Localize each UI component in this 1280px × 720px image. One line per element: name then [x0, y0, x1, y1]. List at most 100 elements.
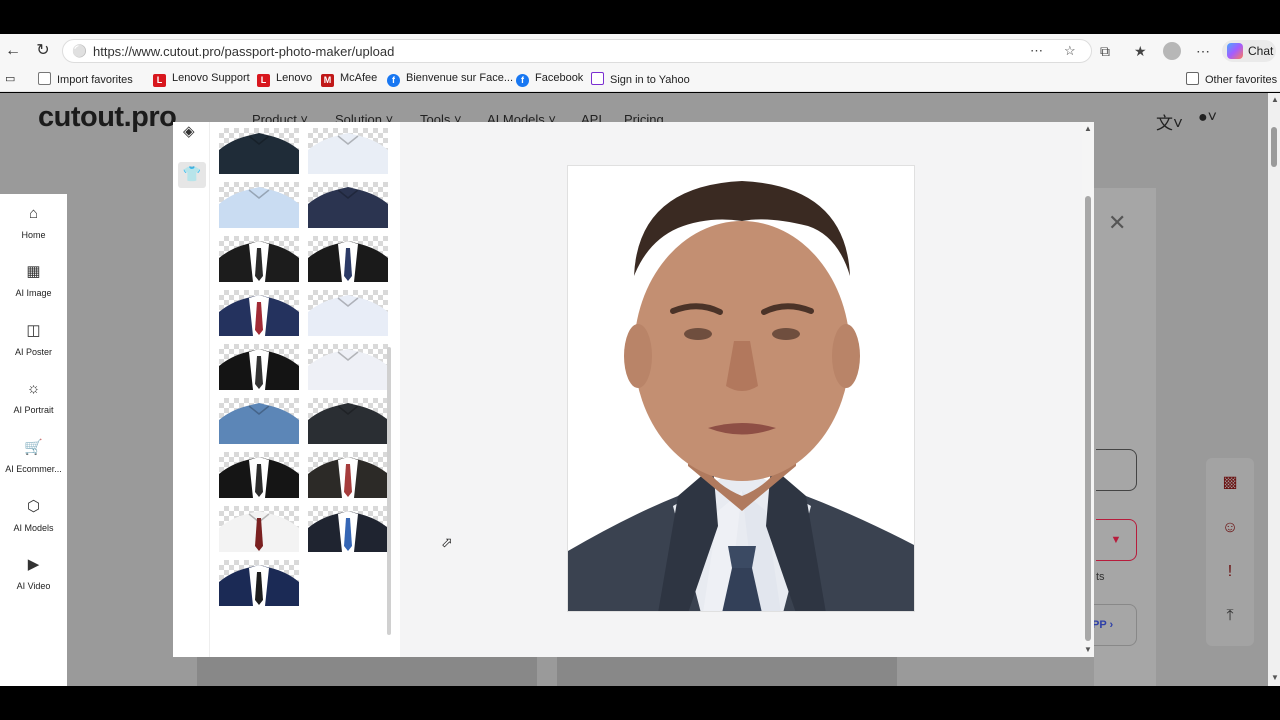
scroll-down-icon[interactable]: ▼: [1084, 645, 1092, 654]
fav-label: Facebook: [535, 72, 584, 84]
cart-icon: 🛒: [24, 439, 43, 456]
site-logo[interactable]: cutout.pro: [38, 101, 177, 134]
gallery-scrollbar[interactable]: [387, 347, 391, 635]
photo-card-bg: [197, 656, 537, 686]
tab-actions-icon[interactable]: ▭: [5, 72, 15, 85]
scroll-down-icon[interactable]: ▼: [1271, 673, 1279, 682]
fav-import[interactable]: Import favorites: [38, 72, 133, 86]
outfit-thumbnail[interactable]: [219, 506, 299, 552]
copilot-chat-button[interactable]: Chat: [1222, 40, 1276, 62]
back-to-top-icon[interactable]: ⤒: [1220, 606, 1240, 626]
outfit-graphic: [219, 241, 299, 282]
sidebar-item-label: AI Portrait: [13, 405, 54, 415]
outfit-thumbnail[interactable]: [308, 290, 388, 336]
sidebar-item-ai-ecommerce[interactable]: 🛒 AI Ecommer...: [0, 438, 67, 474]
address-bar[interactable]: ⚪ https://www.cutout.pro/passport-photo-…: [62, 39, 1092, 63]
outfit-thumbnail[interactable]: [219, 398, 299, 444]
support-icon[interactable]: ☺: [1220, 518, 1240, 538]
outline-button[interactable]: [1096, 449, 1137, 491]
outfit-thumbnail[interactable]: [308, 128, 388, 174]
favorite-star-icon[interactable]: ☆: [1064, 43, 1076, 59]
page-close-icon[interactable]: ✕: [1108, 210, 1126, 236]
other-favorites[interactable]: Other favorites: [1186, 72, 1277, 86]
extensions-icon[interactable]: ⧉: [1100, 43, 1110, 60]
menu-dots-icon[interactable]: ⋯: [1196, 43, 1210, 60]
editor-toolbar: ◈ 👕: [173, 122, 210, 657]
outfit-thumbnail[interactable]: [219, 236, 299, 282]
outfit-thumbnail[interactable]: [219, 560, 299, 606]
fav-yahoo[interactable]: Sign in to Yahoo: [591, 72, 690, 86]
account-icon[interactable]: ●˅: [1198, 109, 1217, 127]
sidebar-item-label: AI Ecommer...: [5, 464, 62, 474]
import-icon: [38, 72, 51, 85]
modal-scroll-thumb[interactable]: [1085, 196, 1091, 641]
favorites-bar: ▭ Import favorites L Lenovo Support L Leno…: [0, 68, 1280, 92]
outfit-thumbnail[interactable]: [219, 290, 299, 336]
screenshot-root: ← ↻ ⚪ https://www.cutout.pro/passport-ph…: [0, 0, 1280, 720]
favorites-list-icon[interactable]: ★: [1134, 43, 1147, 60]
facebook-icon: f: [387, 74, 400, 87]
poster-icon: ◫: [26, 322, 41, 339]
url-text: https://www.cutout.pro/passport-photo-ma…: [93, 44, 395, 59]
profile-avatar[interactable]: [1163, 42, 1181, 60]
sidebar-item-ai-image[interactable]: ▦ AI Image: [0, 262, 67, 298]
app-button-label: PP: [1092, 619, 1107, 631]
sidebar-item-home[interactable]: ⌂ Home: [0, 204, 67, 240]
gift-icon[interactable]: ▩: [1220, 473, 1240, 493]
sidebar-item-ai-video[interactable]: ▶ AI Video: [0, 555, 67, 591]
fav-label: Sign in to Yahoo: [610, 74, 690, 86]
more-tools-icon[interactable]: ⋯: [1030, 43, 1043, 59]
fav-lenovo-support[interactable]: L Lenovo Support: [153, 72, 250, 87]
outfit-thumbnail[interactable]: [219, 452, 299, 498]
window-scroll-thumb[interactable]: [1271, 127, 1277, 167]
sidebar-item-ai-models[interactable]: ⬡ AI Models: [0, 497, 67, 533]
scroll-up-icon[interactable]: ▲: [1084, 124, 1092, 133]
language-icon[interactable]: 文˅: [1156, 109, 1183, 134]
paint-bucket-icon[interactable]: ◈: [183, 122, 195, 140]
outfit-graphic: [219, 187, 299, 228]
feedback-icon[interactable]: !: [1220, 562, 1240, 582]
outfit-thumbnail[interactable]: [308, 398, 388, 444]
outfit-thumbnail[interactable]: [219, 344, 299, 390]
chat-label: Chat: [1248, 44, 1274, 58]
preview-area: [400, 122, 1082, 657]
sidebar-item-ai-portrait[interactable]: ☼ AI Portrait: [0, 379, 67, 415]
outfit-thumbnail[interactable]: [219, 128, 299, 174]
browser-toolbar: ← ↻ ⚪ https://www.cutout.pro/passport-ph…: [0, 34, 1280, 68]
outfit-graphic: [308, 133, 388, 174]
portrait-icon: ☼: [26, 380, 41, 397]
window-scrollbar[interactable]: ▲ ▼: [1268, 93, 1280, 686]
outfit-thumbnail[interactable]: [308, 236, 388, 282]
outfit-graphic: [219, 403, 299, 444]
outfit-graphic: [308, 457, 388, 498]
lenovo-icon: L: [153, 74, 166, 87]
back-icon[interactable]: ←: [3, 41, 23, 61]
portrait-illustration: [568, 166, 914, 611]
outfit-graphic: [219, 349, 299, 390]
outfit-thumbnail[interactable]: [308, 182, 388, 228]
modal-scrollbar[interactable]: ▲ ▼: [1082, 122, 1094, 657]
refresh-icon[interactable]: ↻: [33, 41, 53, 61]
scroll-up-icon[interactable]: ▲: [1271, 95, 1279, 104]
outfit-thumbnail[interactable]: [308, 344, 388, 390]
home-icon: ⌂: [28, 205, 39, 222]
fav-facebook[interactable]: f Facebook: [516, 72, 583, 87]
fav-label: Other favorites: [1205, 74, 1278, 86]
fav-mcafee[interactable]: M McAfee: [321, 72, 377, 87]
sidebar-item-label: AI Image: [15, 288, 52, 298]
shirt-icon[interactable]: 👕: [178, 162, 206, 188]
fav-lenovo[interactable]: L Lenovo: [257, 72, 312, 87]
fav-bienvenue-facebook[interactable]: f Bienvenue sur Face...: [387, 72, 513, 87]
facebook-icon: f: [516, 74, 529, 87]
sidebar-item-ai-poster[interactable]: ◫ AI Poster: [0, 321, 67, 357]
dropdown-button[interactable]: ▼: [1096, 519, 1137, 561]
image-icon: ▦: [26, 263, 41, 280]
mouse-cursor-icon: ⬀: [441, 534, 453, 550]
copilot-icon: [1227, 43, 1243, 59]
outfit-thumbnail[interactable]: [219, 182, 299, 228]
outfit-thumbnail[interactable]: [308, 452, 388, 498]
fav-label: McAfee: [340, 72, 378, 84]
outfit-thumbnail[interactable]: [308, 506, 388, 552]
app-sidebar: ⌂ Home ▦ AI Image ◫ AI Poster ☼ AI Portr…: [0, 194, 67, 686]
site-info-icon[interactable]: ⚪: [72, 44, 87, 58]
